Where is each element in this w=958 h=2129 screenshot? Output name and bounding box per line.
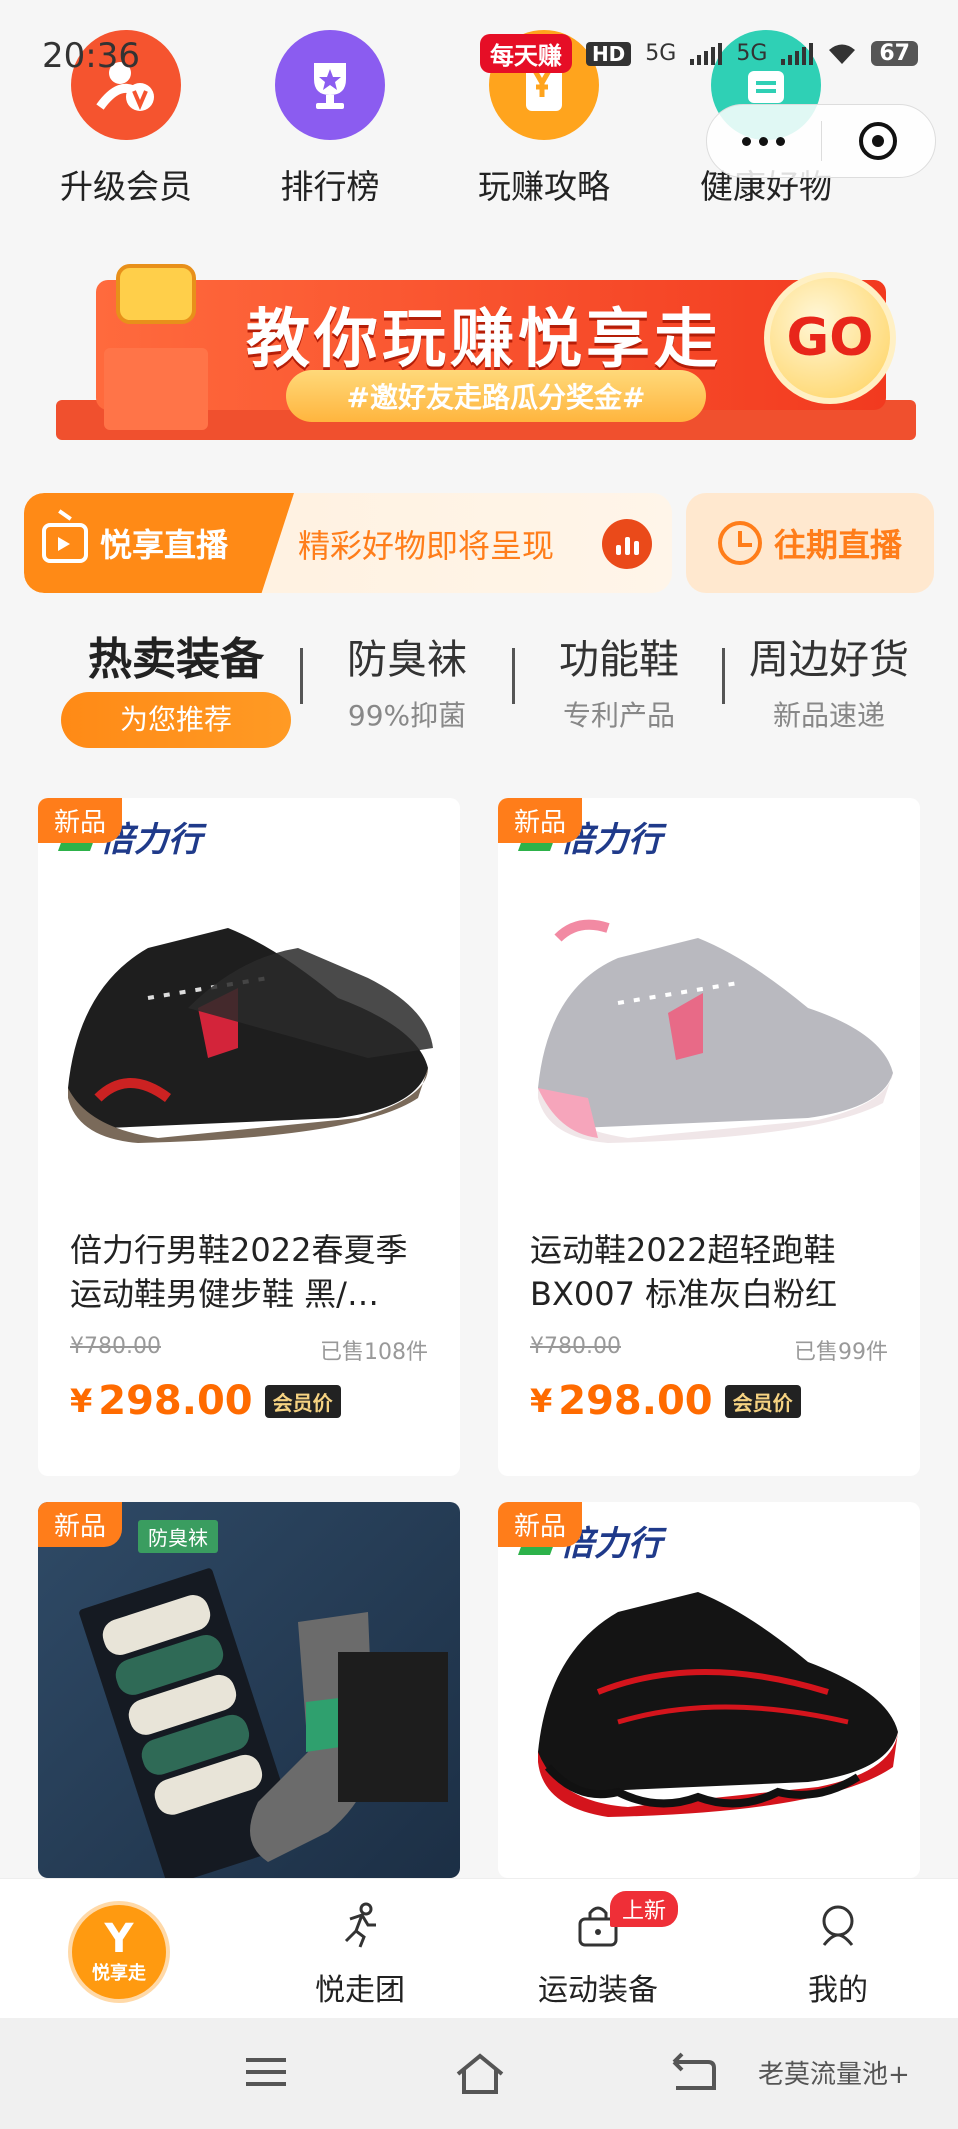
- product-title: 运动鞋2022超轻跑鞋BX007 标准灰白粉红: [530, 1231, 838, 1313]
- product-card[interactable]: 新品 倍力行 倍力行男鞋2022春夏季运动鞋男健步鞋 黑/… ¥780.00 已…: [38, 798, 460, 1476]
- tab-subtitle: 新品速递: [772, 699, 885, 732]
- hd-icon: HD: [585, 41, 632, 66]
- live-promo-text: 精彩好物即将呈现: [298, 527, 555, 565]
- profile-icon: [822, 1905, 854, 1946]
- product-image: 防臭袜: [38, 1502, 460, 1878]
- past-live-button[interactable]: 往期直播: [686, 493, 934, 593]
- product-card[interactable]: 新品 防臭袜: [38, 1502, 460, 1878]
- product-price: ¥ 298.00 会员价: [498, 1378, 920, 1424]
- product-image: 倍力行: [38, 798, 460, 1228]
- past-live-label: 往期直播: [773, 526, 902, 564]
- product-card[interactable]: 新品 倍力行: [498, 1502, 920, 1878]
- deodorant-socks-badge: 防臭袜: [138, 1520, 218, 1553]
- treasure-chest-icon: [96, 260, 216, 430]
- shoe-image-black: [68, 928, 433, 1143]
- tab-deodorant-socks[interactable]: 防臭袜 99%抑菌: [302, 630, 512, 734]
- tab-title: 热卖装备: [88, 634, 264, 685]
- network-5g-label-2: 5G: [736, 41, 768, 66]
- target-icon: [859, 122, 898, 160]
- quick-item-label: 玩赚攻略: [478, 167, 610, 206]
- status-bar: 20:36 每天赚 HD 5G 5G 67: [0, 0, 958, 100]
- price-amount: 298.00: [558, 1378, 713, 1424]
- nav-profile[interactable]: 我的: [738, 1879, 938, 2019]
- tv-icon: [42, 523, 88, 563]
- new-tag: 新品: [498, 798, 583, 843]
- product-image: 倍力行: [498, 798, 920, 1228]
- live-tag-label: 悦享直播: [100, 526, 229, 564]
- tab-peripheral-goods[interactable]: 周边好货 新品速递: [724, 630, 934, 734]
- banner-title: 教你玩赚悦享走: [246, 303, 722, 377]
- banner-subtitle: #邀好友走路瓜分奖金#: [286, 370, 706, 422]
- tab-functional-shoes[interactable]: 功能鞋 专利产品: [514, 630, 724, 734]
- original-price: ¥780.00: [70, 1334, 161, 1359]
- category-tabs: 热卖装备 为您推荐 防臭袜 99%抑菌 功能鞋 专利产品 周边好货 新品速递: [36, 630, 926, 750]
- signal-icon: [690, 42, 723, 65]
- watermark: 老莫流量池+: [758, 2060, 910, 2090]
- tab-title: 防臭袜: [347, 637, 467, 683]
- signal-icon-2: [781, 42, 814, 65]
- quick-item-label: 排行榜: [280, 167, 380, 206]
- miniprogram-capsule: [706, 104, 936, 178]
- nav-label: 悦走团: [315, 1973, 405, 2008]
- new-tag: 新品: [498, 1502, 583, 1547]
- product-meta: ¥780.00 已售99件: [498, 1334, 920, 1366]
- shoe-image-grey-pink: [538, 919, 893, 1143]
- socks-image: [79, 1568, 448, 1878]
- sold-count: 已售108件: [320, 1340, 428, 1365]
- tab-subtitle: 为您推荐: [61, 692, 291, 748]
- quick-item-label: 升级会员: [60, 167, 192, 206]
- status-indicators: 每天赚 HD 5G 5G 67: [479, 34, 918, 73]
- tab-subtitle: 专利产品: [562, 699, 675, 732]
- promo-banner[interactable]: 教你玩赚悦享走 #邀好友走路瓜分奖金# GO: [56, 260, 916, 440]
- new-arrival-badge: 上新: [610, 1891, 679, 1927]
- runner-icon: [344, 1902, 376, 1948]
- tab-title: 功能鞋: [559, 637, 679, 683]
- price-amount: 298.00: [98, 1378, 253, 1424]
- new-tag: 新品: [38, 1502, 123, 1547]
- status-time: 20:36: [42, 36, 140, 76]
- original-price: ¥780.00: [530, 1334, 621, 1359]
- member-price-tag: 会员价: [724, 1384, 801, 1418]
- product-title: 倍力行男鞋2022春夏季运动鞋男健步鞋 黑/…: [70, 1231, 408, 1313]
- sold-count: 已售99件: [794, 1340, 888, 1365]
- product-card[interactable]: 新品 倍力行 运动鞋2022超轻跑鞋BX007 标准灰白粉红 ¥780.00 已…: [498, 798, 920, 1476]
- battery-icon: 67: [871, 41, 918, 66]
- wifi-icon: [829, 44, 856, 64]
- tab-title: 周边好货: [749, 637, 909, 683]
- home-icon[interactable]: [450, 2048, 510, 2098]
- more-menu-icon[interactable]: [707, 136, 821, 146]
- history-clock-icon: [717, 521, 762, 565]
- banner-go-button[interactable]: GO: [764, 272, 896, 404]
- network-5g-label: 5G: [645, 41, 677, 66]
- app-badge: 每天赚: [479, 34, 572, 73]
- nav-label: 运动装备: [538, 1973, 658, 2008]
- menu-icon[interactable]: [236, 2048, 296, 2098]
- nav-label: 我的: [808, 1973, 868, 2008]
- currency-symbol: ¥: [70, 1382, 93, 1420]
- tab-subtitle: 99%抑菌: [347, 699, 467, 732]
- live-tag: 悦享直播: [24, 493, 294, 593]
- nav-home[interactable]: Y 悦享走: [16, 1879, 216, 2019]
- nav-sports-equipment[interactable]: 上新 运动装备: [498, 1879, 698, 2019]
- close-miniprogram-button[interactable]: [821, 122, 935, 160]
- back-icon[interactable]: [664, 2048, 724, 2098]
- product-image: 倍力行: [498, 1502, 920, 1878]
- app-logo-icon: Y 悦享走: [68, 1901, 170, 2003]
- member-price-tag: 会员价: [264, 1384, 341, 1418]
- new-tag: 新品: [38, 798, 123, 843]
- nav-walking-group[interactable]: 悦走团: [260, 1879, 460, 2019]
- live-broadcast-bar[interactable]: 悦享直播 精彩好物即将呈现: [24, 493, 672, 593]
- currency-symbol: ¥: [530, 1382, 553, 1420]
- tab-hot-equipment[interactable]: 热卖装备 为您推荐: [56, 630, 296, 748]
- product-price: ¥ 298.00 会员价: [38, 1378, 460, 1424]
- equalizer-icon: [602, 519, 652, 569]
- bottom-nav: Y 悦享走 悦走团 上新 运动装备 我的: [0, 1878, 958, 2018]
- product-meta: ¥780.00 已售108件: [38, 1334, 460, 1366]
